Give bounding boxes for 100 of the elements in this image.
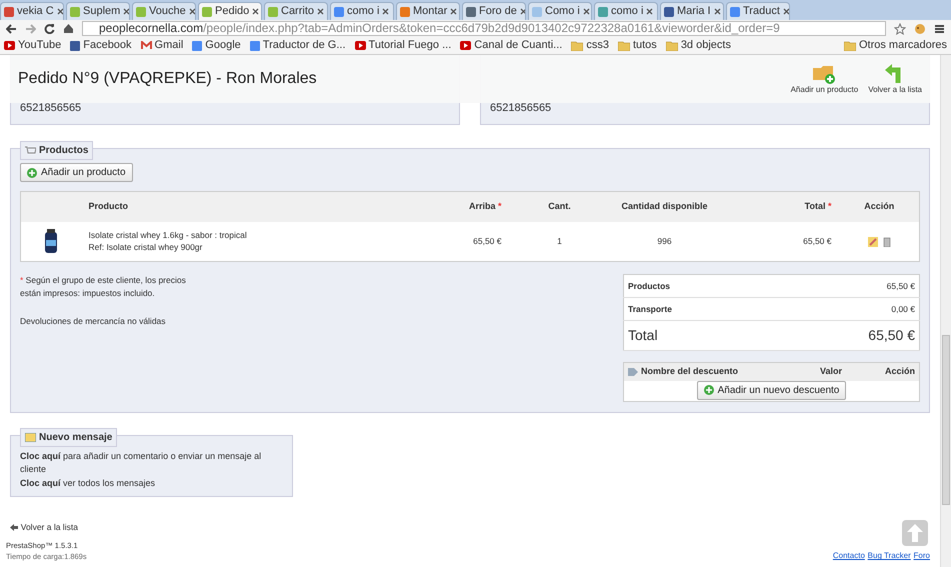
product-name: Isolate cristal whey 1.6kg - sabor : tropical Ref: Isolate cristal whey 900gr [80,222,390,262]
toolbar-button[interactable]: Volver a la lista [868,62,922,96]
scrollbar[interactable] [940,55,951,567]
tab-title: vekia C [17,4,54,20]
total-label: Transporte [624,298,768,320]
edit-icon [868,236,878,247]
column-header: Arriba * [390,192,510,222]
product-jar-icon [44,229,58,254]
total-value: 65,50 € [768,274,920,298]
address-field[interactable]: peoplecornella.com/people/index.php?tab=AdminOrders&token=ccc6d79b2d9d9013402c9722328a0161&vieworder&id_order=9 [82,21,886,36]
bookmark[interactable]: Tutorial Fuego ... [354,37,452,54]
browser-tab[interactable]: como i [330,2,394,20]
browser-tab[interactable]: Como i [528,2,592,20]
returns-note: Devoluciones de mercancía no válidas [20,314,167,328]
browser-tab[interactable]: Vouche [132,2,196,20]
plus-circle-icon [704,385,714,395]
tab-title: Pedido [215,4,250,20]
panel-legend: Productos [20,141,94,160]
bookmark[interactable]: YouTube [4,37,62,54]
message-link[interactable]: Cloc aquí ver todos los mensajes [20,476,283,490]
back-arrow-icon [6,24,17,34]
bookmark[interactable]: Traductor de G... [250,37,346,54]
tab-title: Foro de [479,4,517,20]
star-icon [894,22,906,34]
panel-legend: Nuevo mensaje [20,428,118,446]
back-arrow-icon [10,524,18,531]
close-icon [520,8,525,15]
column-header: Valor [820,365,842,378]
tab-title: Como i [545,4,580,20]
bookmark[interactable]: Otros marcadores [844,37,947,54]
tab-title: Vouche [149,4,186,20]
browser-tab[interactable]: como i [594,2,658,20]
tab-title: como i [611,4,644,20]
footer-link[interactable]: Foro [914,550,930,562]
reload-icon [44,23,55,34]
browser-tab[interactable]: Foro de [462,2,526,20]
close-icon [382,8,390,15]
close-icon [782,8,789,15]
tag-icon [628,368,638,376]
browser-tab[interactable]: Traduct [726,2,790,20]
trash-icon [882,236,891,247]
plus-circle-icon [27,168,37,178]
cart-icon [25,146,36,155]
total-value: 65,50 € [768,320,920,350]
tab-title: Maria I [677,4,711,20]
menu-icon [934,24,945,34]
table-cell: 996 [610,222,720,262]
tab-title: Carrito [281,4,314,20]
back-link[interactable]: Volver a la lista [10,521,78,534]
tab-title: como i [347,4,380,20]
phone-number: 6521856565 [490,100,552,116]
page-title: Pedido N°9 (VPAQREPKE) - Ron Morales [18,69,317,89]
close-icon [582,8,590,15]
bookmark[interactable]: css3 [571,37,609,54]
tab-title: Traduct [743,4,780,20]
scroll-top-button[interactable] [902,520,928,546]
close-icon [56,8,63,15]
close-icon [450,8,458,15]
close-icon [123,8,129,15]
forward-arrow-icon [25,24,36,34]
column-header: Acción [884,365,915,378]
footer-link[interactable]: Contacto [832,550,865,562]
bookmark[interactable]: Google [192,37,241,54]
toolbar-button[interactable]: Añadir un producto [790,62,858,96]
folder-icon [844,40,856,50]
column-header: Cantidad disponible [610,192,720,222]
total-label: Total [624,320,768,350]
close-icon [646,8,654,15]
close-icon [252,8,260,15]
close-icon [714,8,721,15]
bookmark[interactable]: Canal de Cuanti... [460,37,562,54]
close-icon [188,8,195,15]
bookmark[interactable]: 3d objects [666,37,731,54]
table-cell: 65,50 € [390,222,510,262]
add-product-button[interactable]: Añadir un producto [20,163,133,182]
column-header: Producto [80,192,390,222]
tab-title: Suplem [83,4,120,20]
column-header: Acción [840,192,920,222]
phone-number: 6521856565 [20,100,82,116]
total-label: Productos [624,274,768,298]
bookmark[interactable]: Gmail [140,37,184,54]
price-note: * Según el grupo de este cliente, los precios están impresos: impuestos incluido. [20,274,187,300]
add-discount-button[interactable]: Añadir un nuevo descuento [696,380,846,400]
close-icon [317,8,324,15]
browser-tab[interactable]: Pedido [198,2,262,20]
column-header: Cant. [510,192,610,222]
browser-tab[interactable]: vekia C [0,2,64,20]
bookmark[interactable]: Facebook [70,37,132,54]
tab-title: Montar [413,4,448,20]
column-header: Nombre del descuento [641,365,738,378]
footer-link[interactable]: Bug Tracker [868,550,911,562]
note-icon [25,432,36,442]
home-icon [63,23,74,34]
total-value: 0,00 € [768,298,920,320]
browser-tab[interactable]: Carrito [264,2,328,20]
browser-tab[interactable]: Montar [396,2,460,20]
bookmark[interactable]: tutos [618,37,657,54]
cookie-icon [914,22,926,34]
browser-tab[interactable]: Maria I [660,2,724,20]
browser-tab[interactable]: Suplem [66,2,130,20]
